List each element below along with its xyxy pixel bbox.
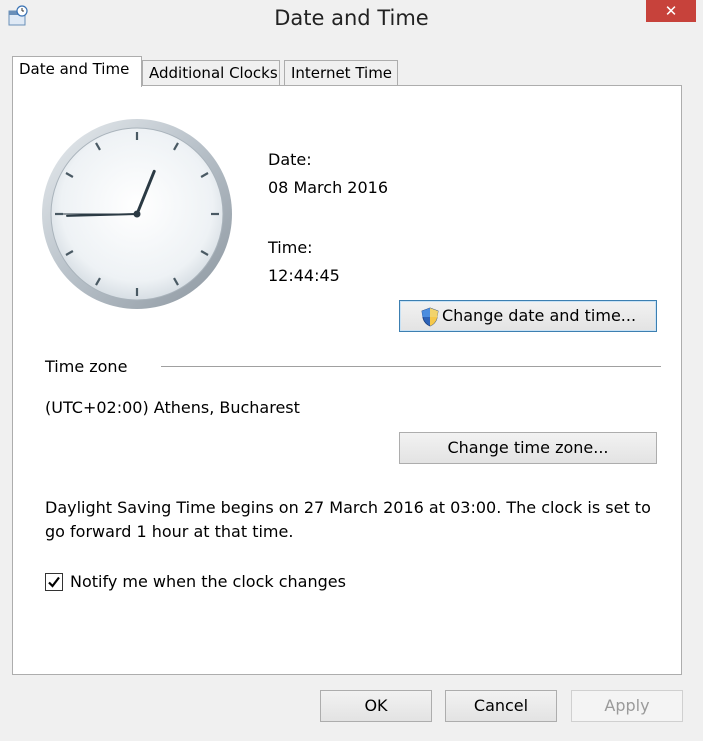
notify-label[interactable]: Notify me when the clock changes xyxy=(70,572,346,591)
apply-button[interactable]: Apply xyxy=(571,690,683,722)
time-value: 12:44:45 xyxy=(268,266,340,285)
dst-line-1: Daylight Saving Time begins on 27 March … xyxy=(45,498,651,517)
change-time-zone-label: Change time zone... xyxy=(447,438,609,457)
time-label: Time: xyxy=(268,238,313,257)
close-icon: ✕ xyxy=(664,2,678,20)
change-time-zone-button[interactable]: Change time zone... xyxy=(399,432,657,464)
change-date-time-button[interactable]: Change date and time... xyxy=(399,300,657,332)
uac-shield-icon xyxy=(421,307,439,326)
time-zone-heading: Time zone xyxy=(45,357,128,376)
tab-date-and-time[interactable]: Date and Time xyxy=(12,56,142,87)
tab-internet-time[interactable]: Internet Time xyxy=(284,60,398,86)
dst-line-2: go forward 1 hour at that time. xyxy=(45,522,294,541)
checkmark-icon xyxy=(48,576,60,588)
date-value: 08 March 2016 xyxy=(268,178,389,197)
tab-additional-clocks[interactable]: Additional Clocks xyxy=(142,60,280,86)
clock-center xyxy=(133,210,141,218)
cancel-button[interactable]: Cancel xyxy=(445,690,557,722)
date-label: Date: xyxy=(268,150,312,169)
time-zone-value: (UTC+02:00) Athens, Bucharest xyxy=(45,398,300,417)
window-title: Date and Time xyxy=(274,6,429,30)
analog-clock xyxy=(42,119,232,309)
change-date-time-label: Change date and time... xyxy=(441,306,637,325)
dst-notice: Daylight Saving Time begins on 27 March … xyxy=(45,496,665,544)
title-bar[interactable]: Date and Time ✕ xyxy=(0,0,703,40)
date-time-dialog: Date and Time ✕ Date and Time Additional… xyxy=(0,0,703,741)
tab-panel: Date: 08 March 2016 Time: 12:44:45 Chang… xyxy=(12,85,682,675)
time-zone-separator xyxy=(161,366,661,367)
ok-button[interactable]: OK xyxy=(320,690,432,722)
close-button[interactable]: ✕ xyxy=(646,0,696,22)
notify-checkbox[interactable] xyxy=(45,573,63,591)
